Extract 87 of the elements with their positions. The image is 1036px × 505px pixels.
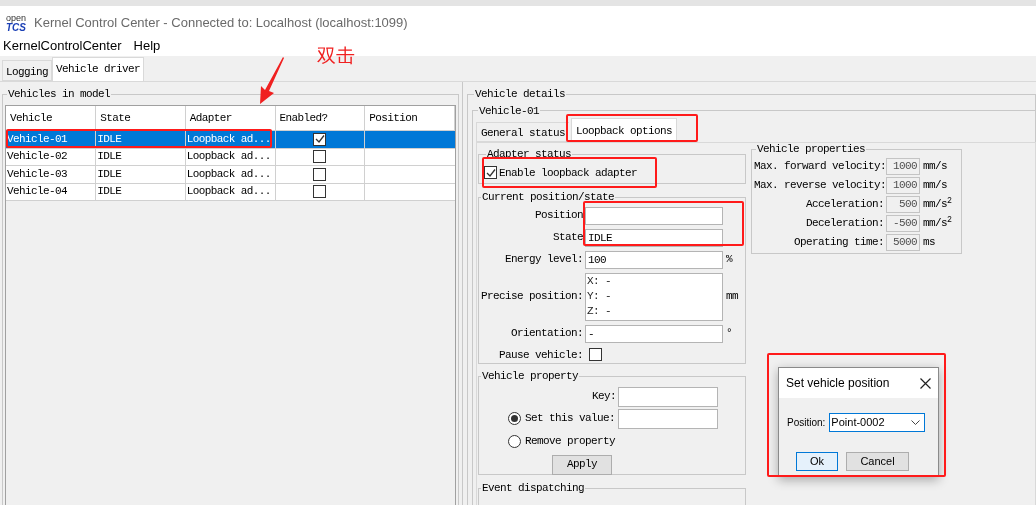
table-cell: Loopback ad...: [185, 130, 275, 148]
column-header[interactable]: Enabled?: [275, 105, 365, 131]
window-title: Kernel Control Center - Connected to: Localhost (localhost:1099): [34, 14, 408, 33]
group-title: Vehicle-01: [478, 103, 540, 119]
input-field: 1000: [886, 157, 920, 175]
table-cell: IDLE: [95, 165, 186, 183]
checkbox[interactable]: [313, 185, 327, 199]
unit-label: mm/s: [922, 158, 948, 174]
input-field[interactable]: [618, 408, 718, 429]
dialog-title: Set vehicle position: [786, 375, 890, 392]
field-label: Energy level:: [504, 252, 584, 268]
field-label: Orientation:: [510, 326, 584, 342]
tab[interactable]: Vehicle driver: [52, 57, 145, 81]
position-dropdown[interactable]: Point-0002: [829, 413, 926, 432]
checkbox-label: Enable loopback adapter: [499, 165, 638, 181]
field-label: Pause vehicle:: [498, 347, 584, 363]
unit-label: mm/s$^{2}$: [922, 214, 953, 231]
field-label: Max. forward velocity:: [754, 158, 886, 174]
group-title: Vehicle property: [481, 369, 580, 384]
dialog-button[interactable]: Cancel: [846, 452, 909, 471]
radio-button[interactable]: [508, 412, 521, 425]
unit-label: mm/s$^{2}$: [922, 195, 953, 212]
column-header[interactable]: Vehicle: [6, 105, 96, 131]
table-cell: Vehicle-01: [6, 130, 96, 148]
table-cell: Vehicle-03: [6, 165, 96, 183]
tab[interactable]: Loopback options: [571, 118, 678, 142]
group-title: Current position/state: [481, 190, 616, 205]
input-field: 500: [886, 195, 920, 213]
column-header[interactable]: State: [95, 105, 186, 131]
tab[interactable]: General status: [476, 122, 569, 142]
table-cell: Loopback ad...: [185, 183, 275, 201]
annotation-text: 双击: [317, 46, 355, 65]
group-title: Event dispatching: [481, 481, 586, 496]
checkbox[interactable]: [313, 167, 327, 181]
field-label: Deceleration:: [805, 215, 885, 231]
field-label: Acceleration:: [805, 196, 885, 212]
field-label: Position: [534, 208, 584, 224]
unit-label: mm/s: [922, 177, 948, 193]
input-field[interactable]: [585, 206, 723, 225]
group-title: Vehicle details: [474, 87, 567, 102]
checkbox[interactable]: [313, 132, 327, 146]
field-label: Max. reverse velocity:: [754, 177, 886, 193]
input-field[interactable]: -: [585, 324, 723, 343]
group-title: Vehicle properties: [756, 142, 867, 157]
input-field: 1000: [886, 176, 920, 194]
checkbox[interactable]: [313, 150, 327, 164]
table-cell: IDLE: [95, 183, 186, 201]
table-cell: Vehicle-04: [6, 183, 96, 201]
menu-item[interactable]: Help: [131, 36, 163, 56]
input-field[interactable]: [618, 386, 718, 407]
chevron-down-icon: [911, 420, 921, 425]
text-line: Z: -: [587, 303, 612, 319]
input-field: 5000: [886, 233, 920, 251]
menu-item[interactable]: KernelControlCenter: [1, 36, 124, 56]
dialog-button[interactable]: Ok: [796, 452, 838, 471]
tab[interactable]: Logging: [2, 60, 52, 81]
input-field: -500: [886, 214, 920, 232]
input-field[interactable]: 100: [585, 250, 723, 269]
field-label: Precise position:: [479, 289, 584, 305]
apply-button[interactable]: Apply: [552, 454, 612, 475]
unit-label: %: [725, 252, 734, 268]
field-label: Position:: [787, 416, 826, 430]
column-header[interactable]: Position: [364, 105, 455, 131]
text-area[interactable]: X: - Y: - Z: -: [585, 272, 723, 321]
radio-label: Set this value:: [525, 411, 616, 427]
column-header[interactable]: Adapter: [185, 105, 275, 131]
field-label: Key:: [591, 389, 617, 405]
field-label: State: [552, 230, 584, 246]
checkbox[interactable]: [589, 348, 602, 362]
radio-label: Remove property: [525, 434, 616, 450]
close-icon[interactable]: [920, 377, 931, 389]
checkbox[interactable]: [484, 166, 497, 180]
app-logo: open TCS: [6, 13, 27, 33]
unit-label: °: [725, 326, 733, 342]
table-cell: IDLE: [95, 148, 186, 166]
table-cell: IDLE: [95, 130, 186, 148]
table-cell: Loopback ad...: [185, 165, 275, 183]
field-label: Operating time:: [792, 234, 885, 250]
group-title: Adapter status: [486, 147, 572, 162]
group-title: Vehicles in model: [7, 87, 112, 102]
unit-label: mm: [725, 289, 739, 305]
radio-button[interactable]: [508, 435, 521, 448]
text-line: X: -: [587, 273, 612, 289]
table-cell: Vehicle-02: [6, 148, 96, 166]
table-cell: Loopback ad...: [185, 148, 275, 166]
unit-label: ms: [922, 234, 936, 250]
text-line: Y: -: [587, 288, 612, 304]
